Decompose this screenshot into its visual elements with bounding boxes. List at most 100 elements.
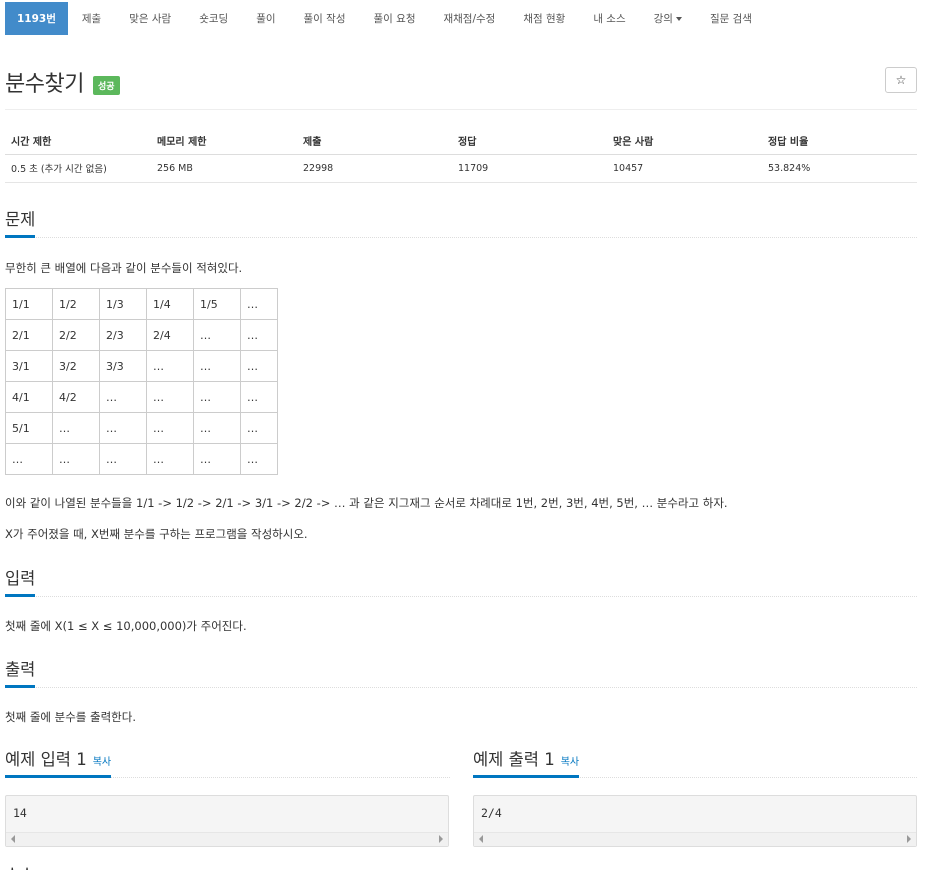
grid-cell: 2/3 bbox=[99, 319, 147, 351]
sample-output-scrollbar[interactable] bbox=[474, 832, 916, 846]
copy-input-button[interactable]: 복사 bbox=[93, 757, 111, 768]
grid-cell: 1/5 bbox=[193, 288, 241, 320]
nav-item-label: 풀이 bbox=[256, 13, 276, 25]
nav-item-label: 풀이 작성 bbox=[303, 13, 346, 25]
scroll-right-icon[interactable] bbox=[439, 835, 443, 843]
nav-item-4[interactable]: 풀이 bbox=[242, 2, 289, 35]
output-desc: 첫째 줄에 분수를 출력한다. bbox=[5, 710, 137, 724]
nav-item-11[interactable]: 질문 검색 bbox=[696, 2, 766, 35]
nav-item-5[interactable]: 풀이 작성 bbox=[290, 2, 360, 35]
header-ratio: 정답 비율 bbox=[762, 127, 917, 155]
scroll-left-icon[interactable] bbox=[479, 835, 483, 843]
nav-item-label: 재채점/수정 bbox=[443, 13, 496, 25]
sample-input-heading: 예제 입력 1 복사 bbox=[5, 746, 112, 778]
nav-item-2[interactable]: 맞은 사람 bbox=[115, 2, 185, 35]
grid-cell: 1/3 bbox=[99, 288, 147, 320]
sample-output-value: 2/4 bbox=[481, 806, 502, 820]
sample-output-header: 예제 출력 1 복사 bbox=[473, 746, 917, 778]
grid-cell: … bbox=[240, 319, 278, 351]
next-section-heading: 소스 bbox=[5, 861, 34, 870]
grid-cell: 2/4 bbox=[146, 319, 194, 351]
grid-row: 2/1 2/2 2/3 2/4…… bbox=[5, 319, 278, 351]
grid-cell: … bbox=[193, 319, 241, 351]
grid-cell: 4/1 bbox=[5, 381, 53, 413]
status-badge: 성공 bbox=[93, 76, 120, 95]
grid-cell: 1/4 bbox=[146, 288, 194, 320]
value-submissions: 22998 bbox=[297, 154, 452, 183]
grid-cell: … bbox=[240, 412, 278, 444]
grid-cell: 2/1 bbox=[5, 319, 53, 351]
nav-item-label: 강의 bbox=[653, 13, 673, 25]
star-icon: ☆ bbox=[895, 73, 907, 87]
grid-cell: … bbox=[193, 443, 241, 475]
grid-cell: 2/2 bbox=[52, 319, 100, 351]
nav-item-7[interactable]: 재채점/수정 bbox=[429, 2, 509, 35]
grid-row: 1/1 1/2 1/3 1/4 1/5… bbox=[5, 288, 278, 320]
grid-cell: 5/1 bbox=[5, 412, 53, 444]
grid-cell: … bbox=[146, 443, 194, 475]
grid-cell: … bbox=[99, 412, 147, 444]
sample-input-scrollbar[interactable] bbox=[6, 832, 448, 846]
grid-cell: … bbox=[240, 288, 278, 320]
favorite-star-button[interactable]: ☆ bbox=[885, 67, 917, 93]
page-title: 분수찾기 bbox=[5, 72, 84, 97]
grid-cell: … bbox=[240, 443, 278, 475]
grid-cell: … bbox=[193, 381, 241, 413]
header-time-limit: 시간 제한 bbox=[5, 127, 151, 155]
grid-cell: … bbox=[193, 350, 241, 382]
grid-cell: … bbox=[99, 443, 147, 475]
value-solvers: 10457 bbox=[607, 154, 762, 183]
nav-item-8[interactable]: 채점 현황 bbox=[509, 2, 579, 35]
grid-row: ……………… bbox=[5, 443, 278, 475]
grid-cell: … bbox=[146, 350, 194, 382]
output-section-header: 출력 bbox=[5, 656, 917, 688]
nav-item-1[interactable]: 제출 bbox=[68, 2, 115, 35]
scroll-left-icon[interactable] bbox=[11, 835, 15, 843]
problem-nav: 1193번 제출 맞은 사람 숏코딩 풀이 풀이 작성 풀이 요청 재채점/수정 채점 현황 내 … bbox=[5, 2, 766, 35]
grid-row: 4/1 4/2………… bbox=[5, 381, 278, 413]
grid-cell: 3/1 bbox=[5, 350, 53, 382]
nav-item-0[interactable]: 1193번 bbox=[5, 2, 68, 35]
header-accepted: 정답 bbox=[452, 127, 607, 155]
value-accepted: 11709 bbox=[452, 154, 607, 183]
sample-input-value: 14 bbox=[13, 806, 27, 820]
sample-input-header: 예제 입력 1 복사 bbox=[5, 746, 450, 778]
scroll-right-icon[interactable] bbox=[907, 835, 911, 843]
grid-cell: 3/3 bbox=[99, 350, 147, 382]
title-row: 분수찾기 성공 ☆ bbox=[5, 64, 917, 110]
nav-item-label: 맞은 사람 bbox=[129, 13, 172, 25]
problem-heading: 문제 bbox=[5, 206, 36, 238]
input-heading: 입력 bbox=[5, 565, 36, 597]
sample-output-box[interactable]: 2/4 bbox=[473, 795, 917, 847]
value-time-limit: 0.5 초 (추가 시간 없음) bbox=[5, 154, 151, 183]
nav-item-label: 풀이 요청 bbox=[373, 13, 416, 25]
header-memory-limit: 메모리 제한 bbox=[151, 127, 297, 155]
nav-item-10[interactable]: 강의 bbox=[640, 2, 696, 35]
nav-item-6[interactable]: 풀이 요청 bbox=[360, 2, 430, 35]
grid-cell: … bbox=[240, 381, 278, 413]
nav-item-3[interactable]: 숏코딩 bbox=[185, 2, 242, 35]
nav-item-label: 내 소스 bbox=[593, 13, 626, 25]
nav-item-9[interactable]: 내 소스 bbox=[579, 2, 639, 35]
value-ratio: 53.824% bbox=[762, 154, 917, 183]
problem-desc-2: X가 주어졌을 때, X번째 분수를 구하는 프로그램을 작성하시오. bbox=[5, 527, 308, 541]
grid-cell: … bbox=[193, 412, 241, 444]
problem-intro: 무한히 큰 배열에 다음과 같이 분수들이 적혀있다. bbox=[5, 261, 243, 275]
problem-section-header: 문제 bbox=[5, 206, 917, 238]
grid-cell: 4/2 bbox=[52, 381, 100, 413]
nav-item-label: 채점 현황 bbox=[523, 13, 566, 25]
grid-cell: … bbox=[146, 381, 194, 413]
grid-cell: 3/2 bbox=[52, 350, 100, 382]
problem-desc-1: 이와 같이 나열된 분수들을 1/1 -> 1/2 -> 2/1 -> 3/1 … bbox=[5, 496, 728, 510]
grid-cell: 1/2 bbox=[52, 288, 100, 320]
output-heading: 출력 bbox=[5, 656, 36, 688]
nav-item-label: 숏코딩 bbox=[199, 13, 229, 25]
copy-output-button[interactable]: 복사 bbox=[561, 757, 579, 768]
sample-output-heading: 예제 출력 1 복사 bbox=[473, 746, 580, 778]
grid-cell: … bbox=[5, 443, 53, 475]
grid-cell: … bbox=[146, 412, 194, 444]
fraction-grid: 1/1 1/2 1/3 1/4 1/5… 2/1 2/2 2/3 2/4…… 3/1 3/2 3/3…… bbox=[5, 288, 278, 475]
sample-input-box[interactable]: 14 bbox=[5, 795, 449, 847]
problem-info-table: 시간 제한 메모리 제한 제출 정답 맞은 사람 정답 비율 0.5 초 (추가… bbox=[5, 127, 917, 183]
grid-row: 3/1 3/2 3/3……… bbox=[5, 350, 278, 382]
